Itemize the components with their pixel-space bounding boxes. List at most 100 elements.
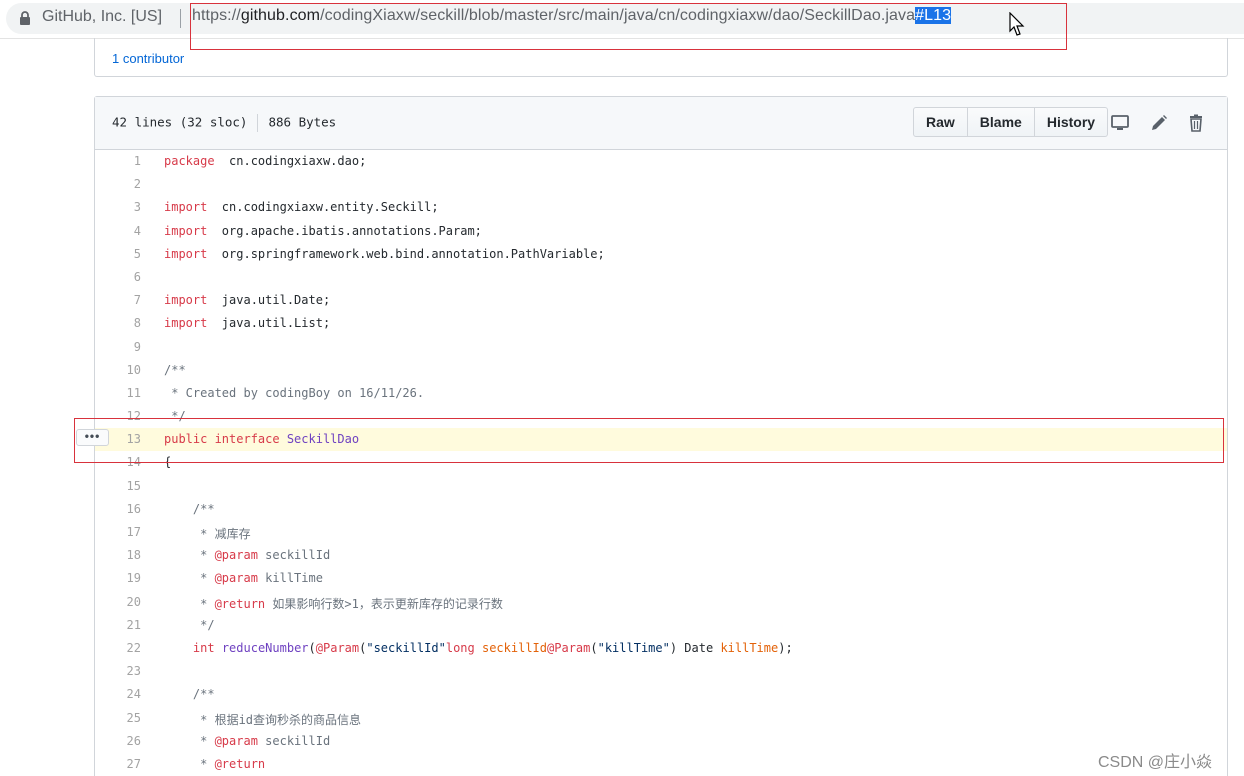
trash-icon[interactable] [1186, 113, 1206, 133]
code-token: * [164, 548, 215, 563]
code-token: * 减库存 [164, 527, 251, 541]
line-number[interactable]: 18 [95, 548, 141, 562]
code-token: seckillId [481, 640, 548, 655]
code-line: 20 * @return 如果影响行数>1，表示更新库存的记录行数 [95, 591, 1227, 614]
blame-button[interactable]: Blame [967, 107, 1035, 137]
line-number[interactable]: 20 [95, 595, 141, 609]
line-number[interactable]: 16 [95, 502, 141, 516]
line-number[interactable]: 23 [95, 664, 141, 678]
line-number[interactable]: 1 [95, 154, 141, 168]
code-token: long [445, 640, 475, 655]
code-line: 4 import org.apache.ibatis.annotations.Pa… [95, 220, 1227, 243]
line-source: * @param seckillId [164, 548, 330, 562]
url-path: /codingXiaxw/seckill/blob/master/src/mai… [320, 7, 916, 24]
code-token: @return [214, 756, 266, 771]
code-token: "seckillId" [366, 640, 446, 655]
pencil-icon[interactable] [1149, 113, 1169, 133]
line-number[interactable]: 21 [95, 618, 141, 632]
code-token: SeckillDao [286, 432, 360, 447]
line-source: * @return 如果影响行数>1，表示更新库存的记录行数 [164, 595, 503, 612]
code-token: /** [164, 362, 186, 377]
line-number[interactable]: 25 [95, 711, 141, 725]
line-number[interactable]: 14 [95, 455, 141, 469]
url-text[interactable]: https://github.com/codingXiaxw/seckill/b… [192, 7, 952, 25]
code-token: @Param [315, 640, 360, 655]
raw-button[interactable]: Raw [913, 107, 968, 137]
code-token: "killTime" [597, 640, 670, 655]
code-token: org.apache.ibatis.annotations.Param; [207, 223, 482, 238]
line-number[interactable]: 22 [95, 641, 141, 655]
line-number[interactable]: 7 [95, 293, 141, 307]
line-source: public interface SeckillDao [164, 432, 359, 446]
file-actions-group: Raw Blame History [913, 107, 1109, 137]
line-number[interactable]: 5 [95, 247, 141, 261]
code-line: 15 [95, 475, 1227, 498]
code-token: import [164, 223, 208, 238]
code-token: * Created by codingBoy on 16/11/26. [164, 385, 425, 400]
code-listing: 1 package cn.codingxiaxw.dao; 2 3 import cn.… [95, 150, 1227, 776]
contributor-link[interactable]: 1 contributor [112, 51, 184, 66]
line-number[interactable]: 26 [95, 734, 141, 748]
line-number[interactable]: 17 [95, 525, 141, 539]
code-token: import [164, 293, 208, 308]
code-token: java.util.Date; [207, 293, 331, 308]
line-number[interactable]: 10 [95, 363, 141, 377]
url-host: github.com [240, 7, 321, 24]
code-line: 6 [95, 266, 1227, 289]
line-number[interactable]: 4 [95, 224, 141, 238]
contributors-box: 1 contributor [94, 38, 1228, 77]
line-number[interactable]: 11 [95, 386, 141, 400]
line-number[interactable]: 6 [95, 270, 141, 284]
line-source: /** [164, 687, 215, 701]
code-token: package [164, 154, 215, 168]
code-line: 10 /** [95, 359, 1227, 382]
code-token: public interface [164, 432, 280, 447]
line-source: import java.util.Date; [164, 293, 330, 307]
code-line: 24 /** [95, 683, 1227, 706]
line-source: /** [164, 363, 186, 377]
line-number[interactable]: 8 [95, 316, 141, 330]
code-token: ( [308, 640, 316, 655]
code-line: 17 * 减库存 [95, 521, 1227, 544]
code-token: * [164, 733, 215, 748]
line-source: /** [164, 502, 215, 516]
line-number[interactable]: 15 [95, 479, 141, 493]
line-source: int reduceNumber(@Param("seckillId"long … [164, 641, 793, 655]
line-number[interactable]: 24 [95, 687, 141, 701]
line-source: */ [164, 409, 186, 424]
line-source: import java.util.List; [164, 316, 330, 330]
line-number[interactable]: 3 [95, 200, 141, 214]
watermark: CSDN @庄小焱 [1098, 754, 1213, 771]
code-line: 19 * @param killTime [95, 567, 1227, 590]
code-token: */ [164, 409, 186, 424]
code-token: ) Date [669, 640, 721, 655]
lock-icon[interactable] [19, 11, 31, 25]
line-number[interactable]: 12 [95, 409, 141, 423]
code-token: killTime [257, 571, 323, 586]
site-identity[interactable]: GitHub, Inc. [US] [42, 8, 162, 26]
desktop-icon[interactable] [1110, 113, 1130, 133]
code-token: import [164, 316, 208, 331]
code-line: 26 * @param seckillId [95, 730, 1227, 753]
code-line: 21 */ [95, 614, 1227, 637]
line-number[interactable]: 19 [95, 571, 141, 585]
file-header: 42 lines (32 sloc) 886 Bytes Raw Blame Hi… [95, 97, 1227, 150]
code-token: 如果影响行数>1，表示更新库存的记录行数 [265, 596, 503, 611]
code-line: 5 import org.springframework.web.bind.ann… [95, 243, 1227, 266]
code-token: @param [214, 571, 258, 586]
line-menu-button[interactable]: ••• [76, 429, 109, 446]
code-line: 14 { [95, 451, 1227, 474]
line-number[interactable]: 9 [95, 340, 141, 354]
file-info: 42 lines (32 sloc) 886 Bytes [112, 114, 336, 132]
history-button[interactable]: History [1034, 107, 1109, 137]
line-number[interactable]: 27 [95, 757, 141, 771]
code-line: 25 * 根据id查询秒杀的商品信息 [95, 707, 1227, 730]
code-token: cn.codingxiaxw.dao; [214, 154, 367, 168]
code-token: int [192, 640, 215, 655]
line-source: import cn.codingxiaxw.entity.Seckill; [164, 200, 439, 214]
line-number[interactable]: 2 [95, 177, 141, 191]
